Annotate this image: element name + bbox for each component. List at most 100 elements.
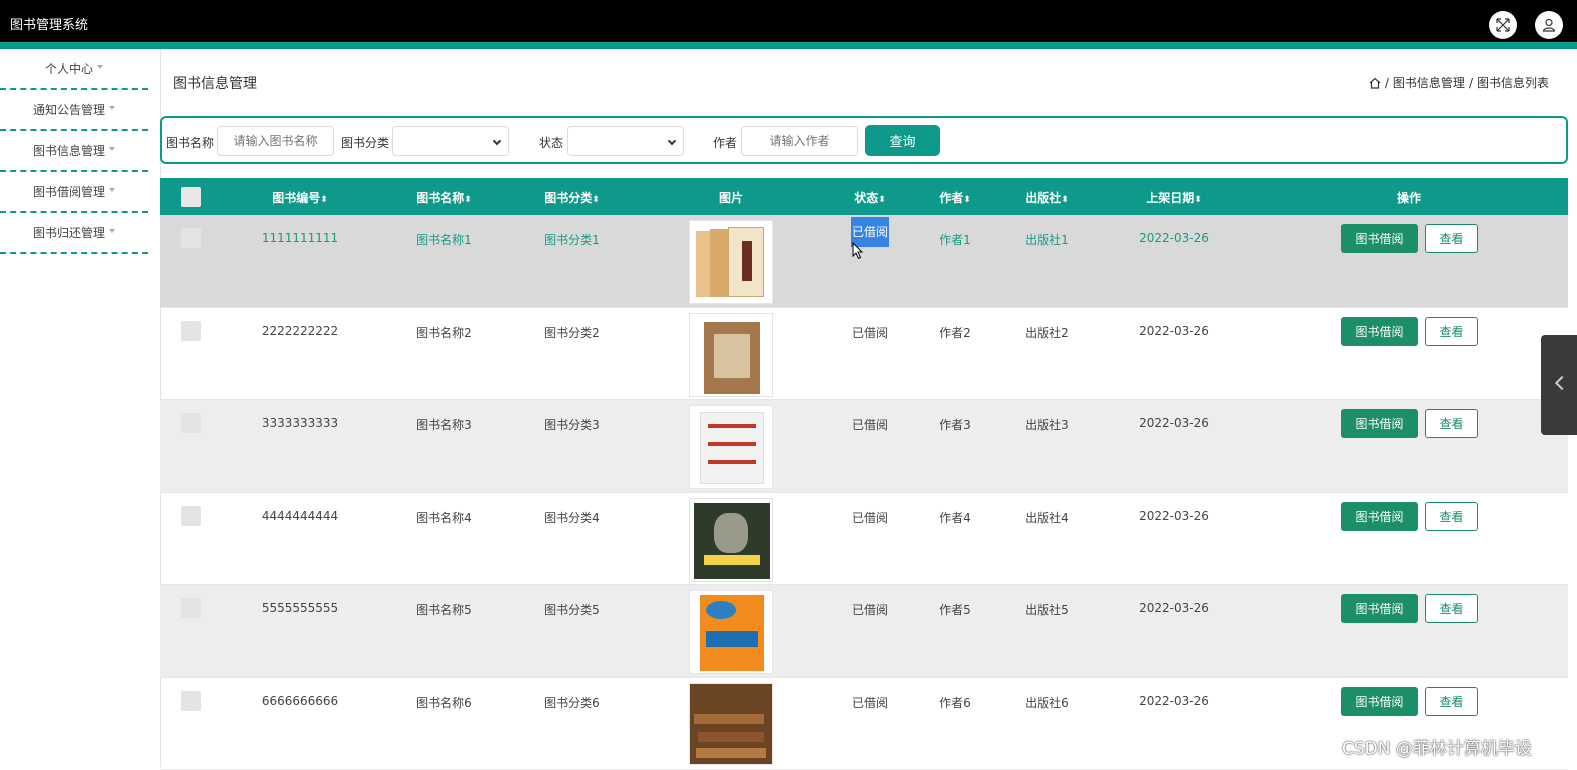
publisher: 出版社4 bbox=[1025, 509, 1069, 526]
column-header-id[interactable]: 图书编号⬍ bbox=[272, 189, 328, 206]
fullscreen-icon bbox=[1496, 18, 1510, 32]
status-label: 状态 bbox=[539, 134, 563, 151]
sort-icon: ⬍ bbox=[464, 195, 472, 205]
view-button[interactable]: 查看 bbox=[1425, 502, 1478, 531]
book-name-label: 图书名称 bbox=[166, 134, 214, 151]
sidebar-item-notice-management[interactable]: 通知公告管理 bbox=[0, 90, 148, 131]
borrow-button[interactable]: 图书借阅 bbox=[1341, 502, 1418, 531]
user-button[interactable] bbox=[1535, 11, 1563, 39]
sidebar: 个人中心 通知公告管理 图书信息管理 图书借阅管理 图书归还管理 bbox=[0, 49, 148, 254]
row-checkbox[interactable] bbox=[181, 691, 201, 711]
shelf-date: 2022-03-26 bbox=[1139, 231, 1209, 245]
author: 作者6 bbox=[939, 694, 971, 711]
side-panel-toggle[interactable] bbox=[1541, 335, 1577, 435]
accent-strip bbox=[0, 42, 1577, 49]
app-title: 图书管理系统 bbox=[10, 14, 88, 33]
shelf-date: 2022-03-26 bbox=[1139, 509, 1209, 523]
publisher: 出版社5 bbox=[1025, 601, 1069, 618]
chevron-left-icon bbox=[1555, 376, 1569, 390]
status-value: 已借阅 bbox=[852, 694, 888, 711]
column-header-actions: 操作 bbox=[1397, 189, 1421, 206]
status-value: 已借阅 bbox=[852, 601, 888, 618]
author: 作者1 bbox=[939, 231, 971, 248]
sidebar-item-personal-center[interactable]: 个人中心 bbox=[0, 49, 148, 90]
row-checkbox[interactable] bbox=[181, 321, 201, 341]
breadcrumb-item: 图书信息列表 bbox=[1477, 74, 1549, 91]
borrow-button[interactable]: 图书借阅 bbox=[1341, 224, 1418, 253]
book-name: 图书名称1 bbox=[416, 231, 472, 248]
book-category: 图书分类3 bbox=[544, 416, 600, 433]
column-header-publisher[interactable]: 出版社⬍ bbox=[1025, 189, 1069, 206]
author-input[interactable] bbox=[741, 126, 858, 156]
home-icon[interactable] bbox=[1369, 77, 1381, 89]
sidebar-item-label: 个人中心 bbox=[45, 60, 93, 77]
column-header-author[interactable]: 作者⬍ bbox=[939, 189, 971, 206]
status-value: 已借阅 bbox=[852, 324, 888, 341]
breadcrumb-item[interactable]: 图书信息管理 bbox=[1393, 74, 1465, 91]
book-category: 图书分类4 bbox=[544, 509, 600, 526]
book-table: 图书编号⬍ 图书名称⬍ 图书分类⬍ 图片 状态⬍ 作者⬍ 出版社⬍ 上架日期⬍ … bbox=[160, 178, 1568, 770]
status-value: 已借阅 bbox=[851, 223, 889, 240]
query-button[interactable]: 查询 bbox=[865, 125, 940, 156]
column-header-date[interactable]: 上架日期⬍ bbox=[1146, 189, 1202, 206]
book-category: 图书分类6 bbox=[544, 694, 600, 711]
column-header-status[interactable]: 状态⬍ bbox=[854, 189, 886, 206]
column-header-name[interactable]: 图书名称⬍ bbox=[416, 189, 472, 206]
shelf-date: 2022-03-26 bbox=[1139, 601, 1209, 615]
chevron-down-icon bbox=[668, 137, 676, 145]
book-name: 图书名称4 bbox=[416, 509, 472, 526]
borrow-button[interactable]: 图书借阅 bbox=[1341, 317, 1418, 346]
status-value: 已借阅 bbox=[852, 509, 888, 526]
row-checkbox[interactable] bbox=[181, 506, 201, 526]
select-all-checkbox[interactable] bbox=[181, 187, 201, 207]
book-name: 图书名称5 bbox=[416, 601, 472, 618]
mouse-cursor-icon bbox=[852, 242, 864, 260]
shelf-date: 2022-03-26 bbox=[1139, 416, 1209, 430]
status-value: 已借阅 bbox=[852, 416, 888, 433]
borrow-button[interactable]: 图书借阅 bbox=[1341, 409, 1418, 438]
book-cover-image[interactable] bbox=[689, 590, 773, 674]
book-cover-image[interactable] bbox=[689, 498, 773, 582]
status-select[interactable] bbox=[567, 126, 684, 156]
table-row: 4444444444 图书名称4 图书分类4 已借阅 作者4 出版社4 2022… bbox=[160, 493, 1568, 586]
column-header-category[interactable]: 图书分类⬍ bbox=[544, 189, 600, 206]
table-row: 2222222222 图书名称2 图书分类2 已借阅 作者2 出版社2 2022… bbox=[160, 308, 1568, 401]
fullscreen-button[interactable] bbox=[1489, 11, 1517, 39]
book-category-select[interactable] bbox=[392, 126, 509, 156]
table-row: 3333333333 图书名称3 图书分类3 已借阅 作者3 出版社3 2022… bbox=[160, 400, 1568, 493]
sidebar-item-label: 通知公告管理 bbox=[33, 101, 105, 118]
borrow-button[interactable]: 图书借阅 bbox=[1341, 594, 1418, 623]
view-button[interactable]: 查看 bbox=[1425, 594, 1478, 623]
book-id: 3333333333 bbox=[262, 416, 338, 430]
row-checkbox[interactable] bbox=[181, 228, 201, 248]
chevron-down-icon bbox=[493, 137, 501, 145]
book-name-input[interactable] bbox=[217, 126, 334, 156]
sidebar-item-return-management[interactable]: 图书归还管理 bbox=[0, 213, 148, 254]
row-checkbox[interactable] bbox=[181, 598, 201, 618]
view-button[interactable]: 查看 bbox=[1425, 687, 1478, 716]
breadcrumb-separator: / bbox=[1385, 76, 1389, 90]
book-cover-image[interactable] bbox=[689, 313, 773, 397]
caret-down-icon bbox=[109, 229, 115, 233]
caret-down-icon bbox=[97, 65, 103, 69]
sidebar-item-borrow-management[interactable]: 图书借阅管理 bbox=[0, 172, 148, 213]
row-checkbox[interactable] bbox=[181, 413, 201, 433]
borrow-button[interactable]: 图书借阅 bbox=[1341, 687, 1418, 716]
breadcrumb: / 图书信息管理 / 图书信息列表 bbox=[1369, 74, 1549, 91]
table-row: 5555555555 图书名称5 图书分类5 已借阅 作者5 出版社5 2022… bbox=[160, 585, 1568, 678]
book-cover-image[interactable] bbox=[689, 220, 773, 304]
sort-icon: ⬍ bbox=[1061, 195, 1069, 205]
watermark-text: CSDN @菲林计算机毕设 bbox=[1342, 734, 1532, 759]
sort-icon: ⬍ bbox=[1194, 195, 1202, 205]
view-button[interactable]: 查看 bbox=[1425, 409, 1478, 438]
table-row: 1111111111 图书名称1 图书分类1 已借阅 作者1 出版社1 2022… bbox=[160, 215, 1568, 308]
book-cover-image[interactable] bbox=[689, 683, 773, 765]
book-name: 图书名称2 bbox=[416, 324, 472, 341]
view-button[interactable]: 查看 bbox=[1425, 317, 1478, 346]
shelf-date: 2022-03-26 bbox=[1139, 324, 1209, 338]
view-button[interactable]: 查看 bbox=[1425, 224, 1478, 253]
sidebar-item-label: 图书归还管理 bbox=[33, 224, 105, 241]
book-cover-image[interactable] bbox=[689, 405, 773, 489]
author-label: 作者 bbox=[713, 134, 737, 151]
sidebar-item-book-info-management[interactable]: 图书信息管理 bbox=[0, 131, 148, 172]
